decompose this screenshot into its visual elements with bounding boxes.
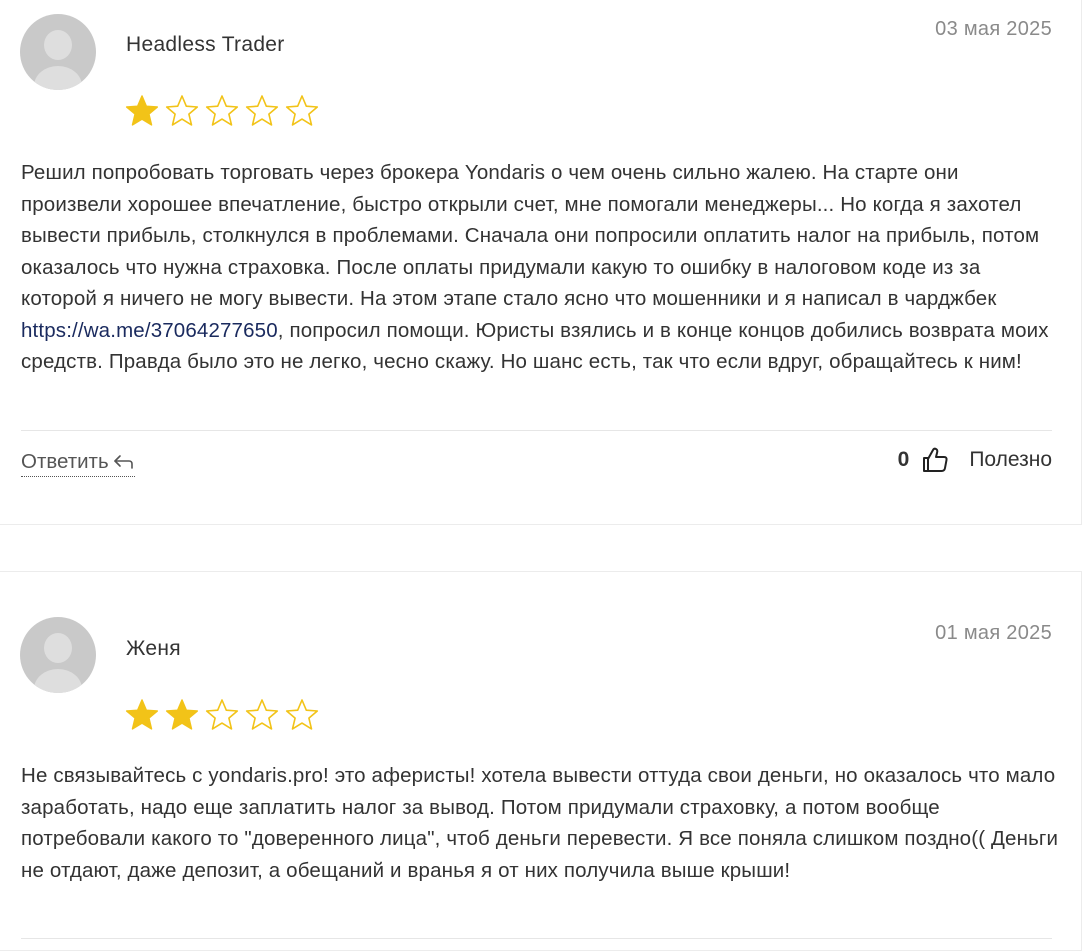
divider — [21, 430, 1052, 431]
divider — [21, 938, 1052, 939]
review-card: Женя 01 мая 2025 Не связывайтесь с yonda… — [0, 571, 1082, 951]
star-rating — [124, 697, 320, 733]
helpful-section: 0 Полезно — [898, 446, 1052, 474]
reply-button[interactable]: Ответить — [21, 450, 135, 477]
review-card: Headless Trader 03 мая 2025 Решил попроб… — [0, 0, 1082, 525]
review-date: 03 мая 2025 — [935, 18, 1052, 40]
review-author[interactable]: Headless Trader — [126, 33, 285, 57]
avatar — [20, 617, 96, 693]
star-empty-icon — [245, 95, 279, 126]
star-filled-icon — [125, 95, 159, 126]
reply-arrow-icon — [113, 455, 133, 469]
review-date: 01 мая 2025 — [935, 622, 1052, 644]
thumbs-up-icon[interactable] — [921, 446, 949, 474]
star-empty-icon — [205, 95, 239, 126]
review-text-part: Решил попробовать торговать через брокер… — [21, 161, 1040, 310]
reply-label: Ответить — [21, 450, 109, 473]
review-author[interactable]: Женя — [126, 637, 181, 661]
avatar-head — [44, 633, 72, 663]
star-empty-icon — [285, 699, 319, 730]
review-text: Не связывайтесь с yondaris.pro! это афер… — [21, 764, 1059, 882]
star-empty-icon — [205, 699, 239, 730]
star-filled-icon — [165, 699, 199, 730]
review-text: Решил попробовать торговать через брокер… — [21, 157, 1061, 378]
star-empty-icon — [165, 95, 199, 126]
helpful-label[interactable]: Полезно — [969, 448, 1052, 472]
helpful-count: 0 — [897, 448, 910, 471]
star-empty-icon — [285, 95, 319, 126]
star-filled-icon — [125, 699, 159, 730]
star-rating — [124, 93, 320, 129]
star-empty-icon — [245, 699, 279, 730]
avatar-head — [44, 30, 72, 60]
avatar-shoulders — [34, 66, 82, 90]
avatar-shoulders — [34, 669, 82, 693]
avatar — [20, 14, 96, 90]
review-link[interactable]: https://wa.me/37064277650 — [21, 319, 278, 342]
